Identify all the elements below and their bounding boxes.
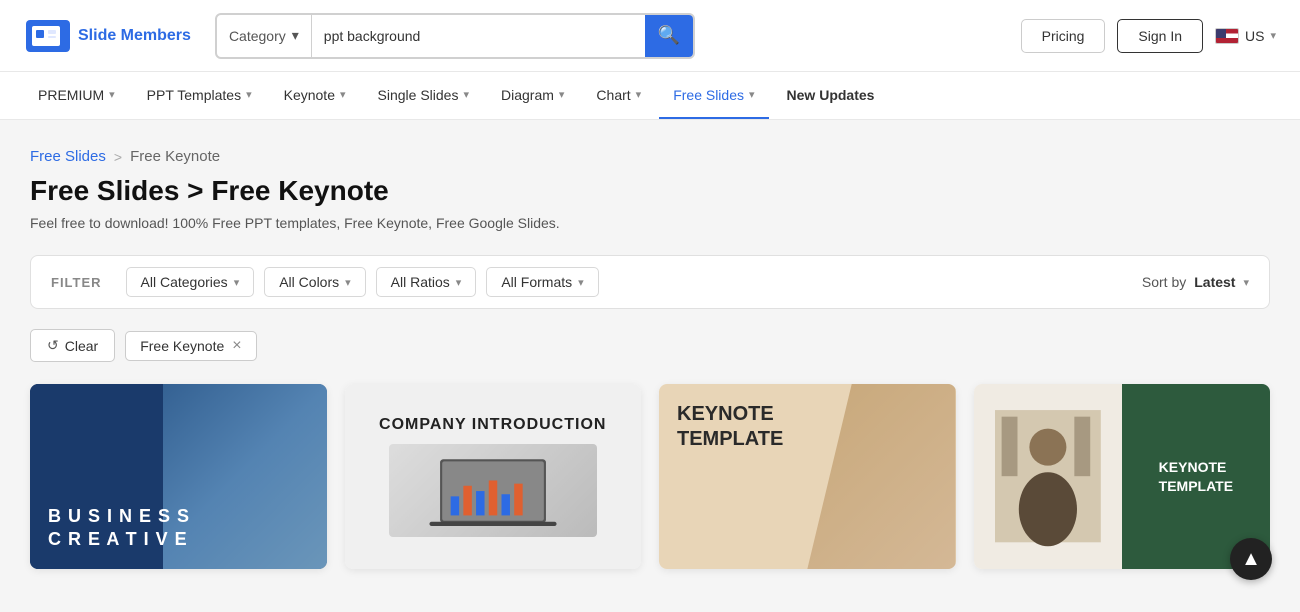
nav-chart-label: Chart xyxy=(596,87,630,103)
nav-item-single-slides[interactable]: Single Slides ▾ xyxy=(364,72,483,119)
template-card-img-1: B U S I N E S SC R E A T I V E xyxy=(30,384,327,569)
language-selector[interactable]: US ▾ xyxy=(1215,28,1276,44)
filter-ratios-chevron-icon: ▾ xyxy=(456,276,462,289)
card-visual-1: B U S I N E S SC R E A T I V E xyxy=(30,384,327,569)
card-visual-2: COMPANY INTRODUCTION xyxy=(345,384,642,569)
nav-keynote-label: Keynote xyxy=(284,87,335,103)
sort-section: Sort by Latest ▾ xyxy=(1142,274,1249,290)
filter-colors-chevron-icon: ▾ xyxy=(345,276,351,289)
filter-tag-free-keynote: Free Keynote × xyxy=(125,331,256,361)
category-label: Category xyxy=(229,28,286,44)
template-card-company-intro[interactable]: COMPANY INTRODUCTION xyxy=(345,384,642,569)
search-input[interactable] xyxy=(312,28,645,44)
filter-formats-chevron-icon: ▾ xyxy=(578,276,584,289)
language-label: US xyxy=(1245,28,1264,44)
filter-ratios-dropdown[interactable]: All Ratios ▾ xyxy=(376,267,477,297)
nav-item-ppt-templates[interactable]: PPT Templates ▾ xyxy=(133,72,266,119)
template-card-keynote-beige[interactable]: KEYNOTETEMPLATE xyxy=(659,384,956,569)
template-grid: B U S I N E S SC R E A T I V E COMPANY I… xyxy=(30,384,1270,599)
header: Slide Members Category ▾ 🔍 Pricing Sign … xyxy=(0,0,1300,72)
nav-item-keynote[interactable]: Keynote ▾ xyxy=(270,72,360,119)
navigation: PREMIUM ▾ PPT Templates ▾ Keynote ▾ Sing… xyxy=(0,72,1300,120)
breadcrumb-parent-link[interactable]: Free Slides xyxy=(30,148,106,165)
card-left-panel xyxy=(974,384,1122,569)
header-actions: Pricing Sign In US ▾ xyxy=(1021,19,1276,53)
search-icon: 🔍 xyxy=(658,25,680,46)
filter-label: FILTER xyxy=(51,275,102,290)
nav-single-slides-label: Single Slides xyxy=(378,87,459,103)
category-dropdown[interactable]: Category ▾ xyxy=(217,15,312,57)
nav-chart-chevron-icon: ▾ xyxy=(636,88,642,101)
breadcrumb-separator: > xyxy=(114,149,122,165)
filter-categories-label: All Categories xyxy=(141,274,228,290)
active-filters: ↺ Clear Free Keynote × xyxy=(30,329,1270,362)
card-title-text-3: KEYNOTETEMPLATE xyxy=(677,402,783,452)
template-card-img-2: COMPANY INTRODUCTION xyxy=(345,384,642,569)
filter-formats-dropdown[interactable]: All Formats ▾ xyxy=(486,267,598,297)
filter-colors-dropdown[interactable]: All Colors ▾ xyxy=(264,267,365,297)
page-title: Free Slides > Free Keynote xyxy=(30,175,1270,207)
search-button[interactable]: 🔍 xyxy=(645,15,693,57)
card-visual-4: KEYNOTETEMPLATE xyxy=(974,384,1271,569)
logo[interactable]: Slide Members xyxy=(24,12,191,60)
nav-free-slides-chevron-icon: ▾ xyxy=(749,88,755,101)
pricing-button[interactable]: Pricing xyxy=(1021,19,1106,53)
logo-icon xyxy=(24,12,72,60)
nav-premium-label: PREMIUM xyxy=(38,87,104,103)
sort-chevron-icon: ▾ xyxy=(1243,276,1249,289)
nav-ppt-label: PPT Templates xyxy=(147,87,241,103)
clear-filter-button[interactable]: ↺ Clear xyxy=(30,329,115,362)
nav-diagram-chevron-icon: ▾ xyxy=(559,88,565,101)
signin-button[interactable]: Sign In xyxy=(1117,19,1203,53)
nav-ppt-chevron-icon: ▾ xyxy=(246,88,252,101)
logo-text: Slide Members xyxy=(78,27,191,45)
nav-single-slides-chevron-icon: ▾ xyxy=(463,88,469,101)
scroll-up-icon: ▲ xyxy=(1241,548,1261,571)
nav-item-diagram[interactable]: Diagram ▾ xyxy=(487,72,578,119)
card-title-text-4: KEYNOTETEMPLATE xyxy=(1159,458,1233,494)
nav-diagram-label: Diagram xyxy=(501,87,554,103)
person-svg xyxy=(995,400,1101,552)
page-description: Feel free to download! 100% Free PPT tem… xyxy=(30,215,1270,231)
card-title-text-1: B U S I N E S SC R E A T I V E xyxy=(48,505,190,552)
language-chevron-icon: ▾ xyxy=(1270,29,1276,42)
sort-value: Latest xyxy=(1194,274,1235,290)
template-card-img-4: KEYNOTETEMPLATE xyxy=(974,384,1271,569)
laptop-svg xyxy=(410,454,576,528)
template-card-keynote-green[interactable]: KEYNOTETEMPLATE xyxy=(974,384,1271,569)
nav-item-premium[interactable]: PREMIUM ▾ xyxy=(24,72,129,119)
card-laptop-visual xyxy=(389,444,597,537)
filter-categories-dropdown[interactable]: All Categories ▾ xyxy=(126,267,255,297)
filter-colors-label: All Colors xyxy=(279,274,339,290)
content-area: Free Slides > Free Keynote Free Slides >… xyxy=(0,120,1300,599)
template-card-img-3: KEYNOTETEMPLATE xyxy=(659,384,956,569)
clear-label: Clear xyxy=(65,338,98,354)
nav-keynote-chevron-icon: ▾ xyxy=(340,88,346,101)
nav-premium-chevron-icon: ▾ xyxy=(109,88,115,101)
us-flag-icon xyxy=(1215,28,1239,44)
nav-item-new-updates[interactable]: New Updates xyxy=(773,72,889,119)
nav-new-updates-label: New Updates xyxy=(787,87,875,103)
nav-free-slides-label: Free Slides xyxy=(673,87,744,103)
card-visual-3: KEYNOTETEMPLATE xyxy=(659,384,956,569)
filter-categories-chevron-icon: ▾ xyxy=(234,276,240,289)
filter-formats-label: All Formats xyxy=(501,274,572,290)
breadcrumb-current: Free Keynote xyxy=(130,148,220,165)
filter-ratios-label: All Ratios xyxy=(391,274,450,290)
page-title-text: Free Slides > Free Keynote xyxy=(30,175,389,206)
breadcrumb: Free Slides > Free Keynote xyxy=(30,148,1270,165)
search-form: Category ▾ 🔍 xyxy=(215,13,695,59)
refresh-icon: ↺ xyxy=(47,337,59,354)
tag-label: Free Keynote xyxy=(140,338,224,354)
template-card-business-creative[interactable]: B U S I N E S SC R E A T I V E xyxy=(30,384,327,569)
scroll-to-top-button[interactable]: ▲ xyxy=(1230,538,1272,580)
nav-item-free-slides[interactable]: Free Slides ▾ xyxy=(659,72,768,119)
category-chevron-icon: ▾ xyxy=(292,27,299,44)
remove-tag-button[interactable]: × xyxy=(232,338,241,354)
nav-item-chart[interactable]: Chart ▾ xyxy=(582,72,655,119)
sort-by-label: Sort by xyxy=(1142,274,1186,290)
card-diagonal-strip xyxy=(807,384,955,569)
filter-bar: FILTER All Categories ▾ All Colors ▾ All… xyxy=(30,255,1270,309)
card-title-text-2: COMPANY INTRODUCTION xyxy=(379,416,606,434)
